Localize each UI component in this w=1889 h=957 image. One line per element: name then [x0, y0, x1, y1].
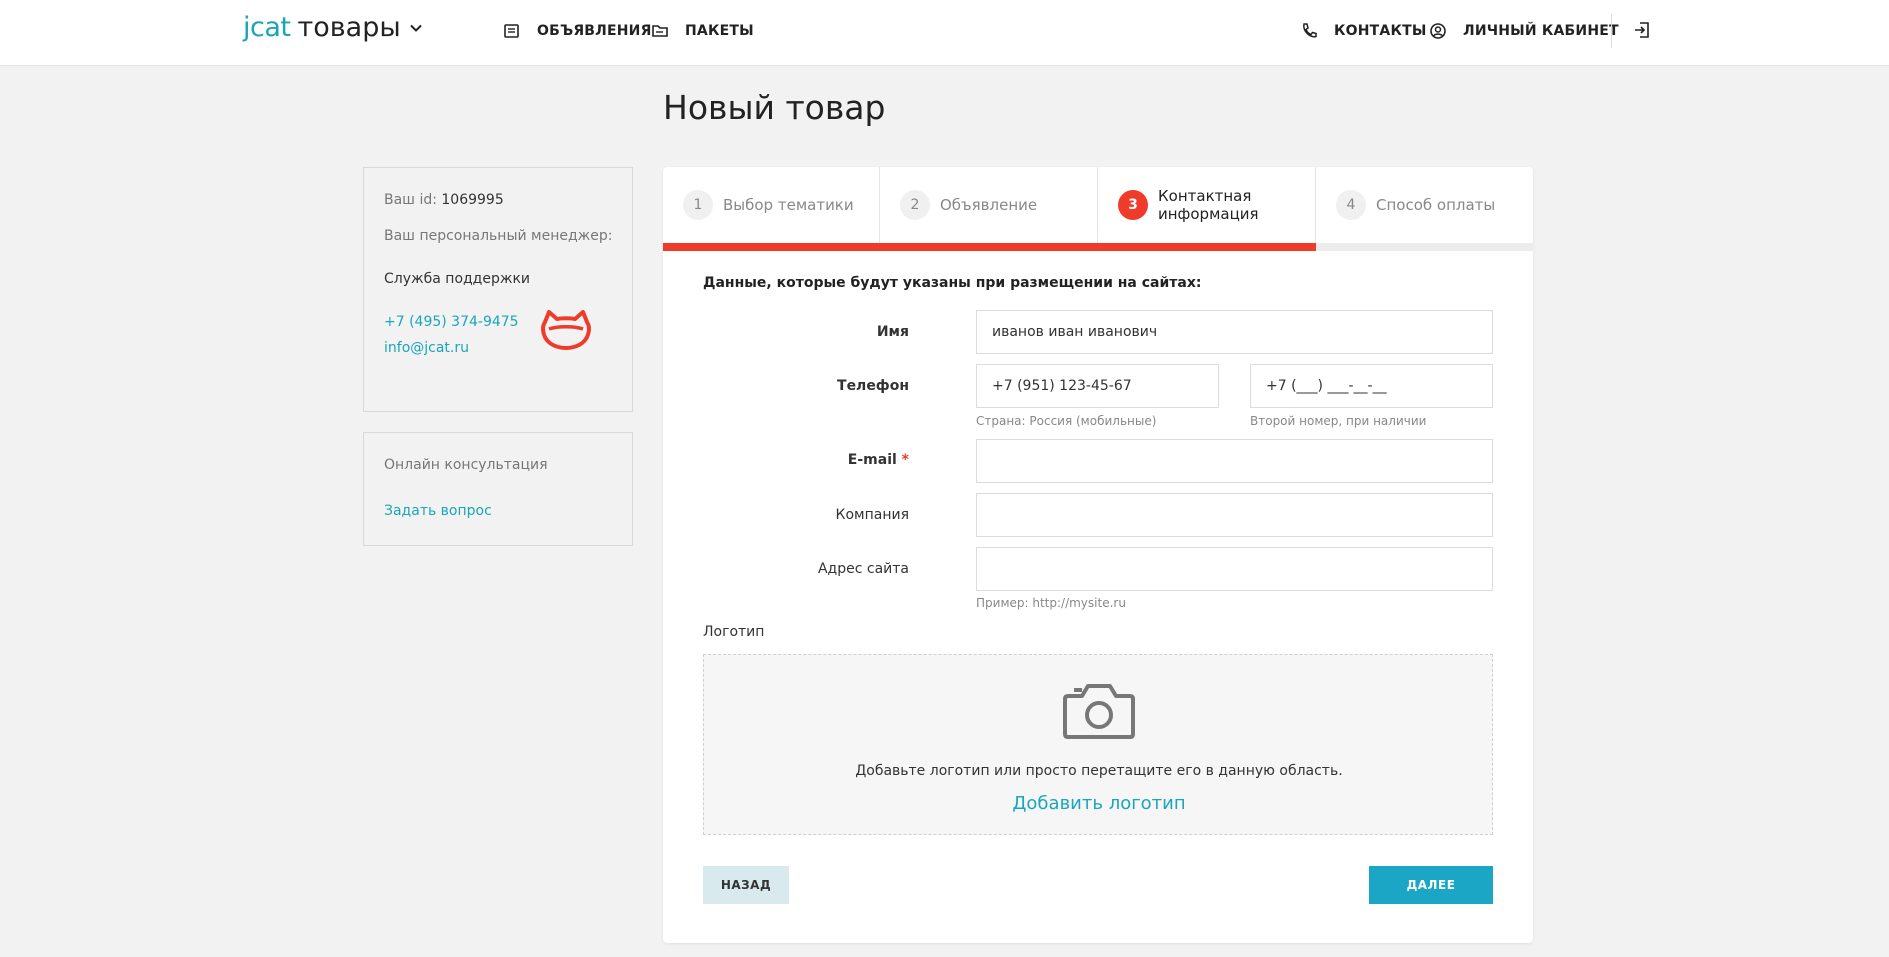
step-2-tab[interactable]: 2 Объявление — [880, 167, 1098, 243]
phone-label: Телефон — [837, 378, 909, 394]
folder-icon — [652, 25, 668, 37]
back-button[interactable]: НАЗАД — [703, 866, 789, 904]
page-title: Новый товар — [663, 88, 886, 127]
newspaper-icon — [504, 24, 519, 38]
step-4-label: Способ оплаты — [1376, 196, 1496, 214]
chevron-down-icon — [409, 24, 422, 32]
step-1-number: 1 — [683, 190, 713, 220]
consult-box: Онлайн консультация Задать вопрос — [363, 432, 633, 546]
wizard-card: 1 Выбор тематики 2 Объявление 3 Контактн… — [663, 167, 1533, 943]
user-id: Ваш id: 1069995 — [384, 192, 504, 208]
step-3-label: Контактная информация — [1158, 187, 1259, 223]
step-4-tab[interactable]: 4 Способ оплаты — [1316, 167, 1533, 243]
site-input[interactable] — [976, 547, 1493, 591]
dropzone-text: Добавьте логотип или просто перетащите е… — [855, 763, 1343, 779]
manager-phone-link[interactable]: +7 (495) 374-9475 — [384, 314, 519, 330]
manager-info-box: Ваш id: 1069995 Ваш персональный менедже… — [363, 167, 633, 412]
nav-cabinet-label: ЛИЧНЫЙ КАБИНЕТ — [1463, 23, 1619, 39]
required-mark: * — [901, 452, 909, 468]
manager-label: Ваш персональный менеджер: — [384, 228, 613, 244]
logout-icon[interactable] — [1633, 21, 1651, 39]
site-hint: Пример: http://mysite.ru — [976, 596, 1126, 610]
email-label: E-mail * — [709, 452, 909, 468]
logo-label: Логотип — [703, 624, 765, 640]
phone-input[interactable] — [976, 364, 1219, 408]
nav-cabinet[interactable]: ЛИЧНЫЙ КАБИНЕТ — [1429, 20, 1619, 42]
second-phone-hint: Второй номер, при наличии — [1250, 414, 1427, 428]
ask-question-link[interactable]: Задать вопрос — [384, 503, 492, 519]
phone-hint: Страна: Россия (мобильные) — [976, 414, 1157, 428]
brand-logo: jcat — [243, 12, 291, 43]
company-input[interactable] — [976, 493, 1493, 537]
company-label: Компания — [835, 507, 909, 523]
step-3-tab[interactable]: 3 Контактная информация — [1098, 167, 1316, 243]
nav-contacts[interactable]: КОНТАКТЫ — [1300, 20, 1427, 42]
form-intro: Данные, которые будут указаны при размещ… — [703, 275, 1202, 291]
user-id-value: 1069995 — [441, 192, 504, 208]
next-button[interactable]: ДАЛЕЕ — [1369, 866, 1493, 904]
step-3-number: 3 — [1118, 190, 1148, 220]
step-4-number: 4 — [1336, 190, 1366, 220]
manager-name: Служба поддержки — [384, 271, 531, 287]
brand-switcher[interactable]: jcat товары — [243, 12, 423, 43]
email-input[interactable] — [976, 439, 1493, 483]
step-2-label: Объявление — [940, 196, 1038, 214]
nav-ads[interactable]: ОБЪЯВЛЕНИЯ — [503, 20, 652, 42]
phone-icon — [1303, 23, 1317, 38]
manager-email-link[interactable]: info@jcat.ru — [384, 340, 469, 356]
email-label-text: E-mail — [847, 452, 897, 468]
second-phone-input[interactable] — [1250, 364, 1493, 408]
site-label: Адрес сайта — [817, 561, 909, 577]
user-id-label: Ваш id: — [384, 192, 437, 208]
nav-contacts-label: КОНТАКТЫ — [1334, 23, 1427, 39]
logo-dropzone[interactable]: Добавьте логотип или просто перетащите е… — [703, 654, 1493, 835]
camera-icon — [1063, 684, 1135, 739]
nav-packages-label: ПАКЕТЫ — [685, 23, 754, 39]
top-header: jcat товары ОБЪЯВЛЕНИЯ ПАКЕТЫ КОНТАКТЫ Л… — [0, 0, 1889, 66]
nav-packages[interactable]: ПАКЕТЫ — [651, 20, 754, 42]
cat-logo-icon — [541, 310, 591, 350]
step-1-label: Выбор тематики — [723, 196, 854, 214]
add-logo-link[interactable]: Добавить логотип — [704, 793, 1494, 814]
step-2-number: 2 — [900, 190, 930, 220]
user-circle-icon — [1430, 23, 1446, 39]
consult-title: Онлайн консультация — [384, 457, 548, 473]
wizard-progress — [663, 243, 1533, 251]
name-label: Имя — [876, 324, 909, 340]
wizard-progress-fill — [663, 243, 1316, 251]
nav-ads-label: ОБЪЯВЛЕНИЯ — [537, 23, 652, 39]
header-divider — [1611, 14, 1612, 48]
name-input[interactable] — [976, 310, 1493, 354]
brand-name: товары — [297, 12, 401, 43]
step-1-tab[interactable]: 1 Выбор тематики — [663, 167, 880, 243]
